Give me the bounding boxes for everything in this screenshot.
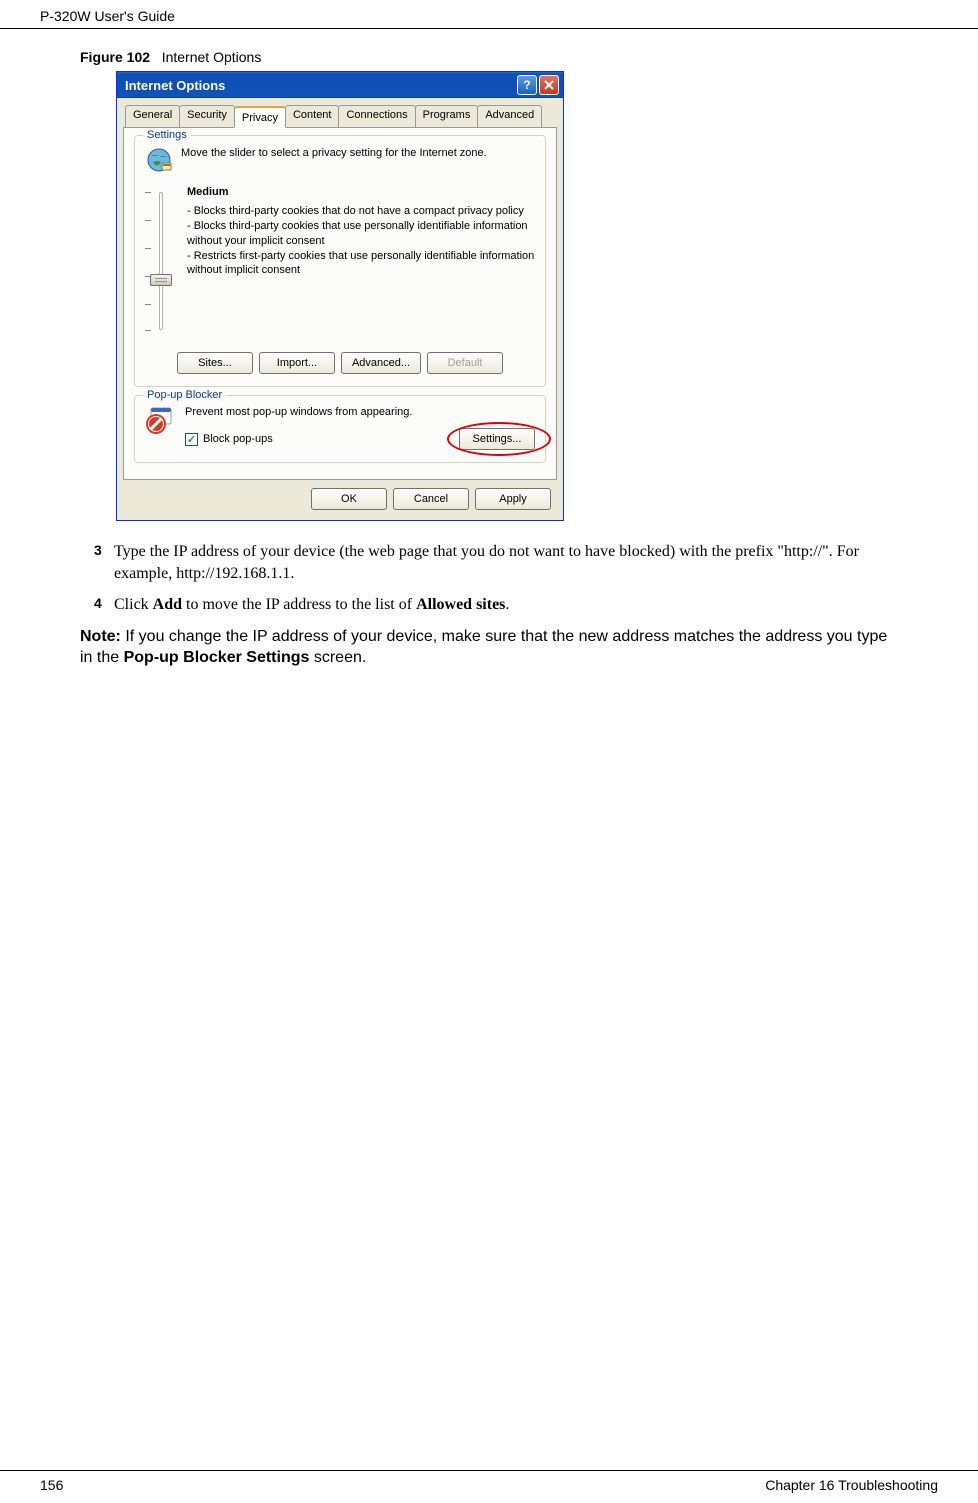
popup-group-title: Pop-up Blocker bbox=[143, 389, 226, 401]
sites-button[interactable]: Sites... bbox=[177, 352, 253, 374]
default-button: Default bbox=[427, 352, 503, 374]
block-popups-checkbox[interactable]: ✓ bbox=[185, 433, 198, 446]
cancel-button[interactable]: Cancel bbox=[393, 488, 469, 510]
tab-programs[interactable]: Programs bbox=[415, 105, 479, 127]
popup-blocker-groupbox: Pop-up Blocker bbox=[134, 395, 546, 463]
close-button[interactable] bbox=[539, 75, 559, 95]
step-4-text: Click Add to move the IP address to the … bbox=[114, 594, 898, 616]
tab-content[interactable]: Content bbox=[285, 105, 340, 127]
advanced-button[interactable]: Advanced... bbox=[341, 352, 421, 374]
guide-title: P-320W User's Guide bbox=[40, 8, 175, 24]
tab-connections[interactable]: Connections bbox=[338, 105, 415, 127]
tab-privacy[interactable]: Privacy bbox=[234, 106, 286, 128]
close-icon bbox=[544, 80, 554, 90]
tab-security[interactable]: Security bbox=[179, 105, 235, 127]
apply-button[interactable]: Apply bbox=[475, 488, 551, 510]
settings-group-title: Settings bbox=[143, 129, 191, 141]
desc-line-3: - Restricts first-party cookies that use… bbox=[187, 249, 535, 279]
page-content: Figure 102 Internet Options Internet Opt… bbox=[0, 29, 978, 669]
help-button[interactable]: ? bbox=[517, 75, 537, 95]
note: Note: If you change the IP address of yo… bbox=[80, 626, 898, 669]
settings-instruction: Move the slider to select a privacy sett… bbox=[181, 146, 535, 160]
slider-thumb[interactable] bbox=[150, 274, 172, 286]
popup-section: Prevent most pop-up windows from appeari… bbox=[145, 406, 535, 450]
popup-right: Prevent most pop-up windows from appeari… bbox=[185, 406, 535, 450]
dialog-titlebar[interactable]: Internet Options ? bbox=[117, 72, 563, 98]
page-footer: 156 Chapter 16 Troubleshooting bbox=[0, 1470, 978, 1503]
settings-instruction-row: Move the slider to select a privacy sett… bbox=[145, 146, 535, 174]
desc-line-2: - Blocks third-party cookies that use pe… bbox=[187, 219, 535, 249]
slider-label-area: Medium - Blocks third-party cookies that… bbox=[187, 186, 535, 336]
page-number: 156 bbox=[40, 1477, 63, 1493]
figure-caption-text: Internet Options bbox=[162, 49, 262, 65]
dialog-title: Internet Options bbox=[125, 78, 225, 93]
desc-line-1: - Blocks third-party cookies that do not… bbox=[187, 204, 535, 219]
ok-button[interactable]: OK bbox=[311, 488, 387, 510]
dialog-body: General Security Privacy Content Connect… bbox=[117, 98, 563, 520]
popup-checkbox-row: ✓ Block pop-ups Settings... bbox=[185, 428, 535, 450]
privacy-slider[interactable] bbox=[149, 186, 173, 336]
page-header: P-320W User's Guide bbox=[0, 0, 978, 29]
block-popups-checkbox-wrap[interactable]: ✓ Block pop-ups bbox=[185, 433, 273, 446]
figure-caption: Figure 102 Internet Options bbox=[80, 49, 898, 65]
titlebar-buttons: ? bbox=[517, 75, 559, 95]
settings-groupbox: Settings bbox=[134, 135, 546, 387]
step-4: 4 Click Add to move the IP address to th… bbox=[94, 594, 898, 616]
privacy-slider-section: Medium - Blocks third-party cookies that… bbox=[145, 186, 535, 336]
step-4-number: 4 bbox=[94, 594, 112, 616]
block-popups-label: Block pop-ups bbox=[203, 433, 273, 445]
block-popup-icon bbox=[145, 406, 175, 436]
privacy-desc: - Blocks third-party cookies that do not… bbox=[187, 204, 535, 278]
tab-general[interactable]: General bbox=[125, 105, 180, 127]
step-3: 3 Type the IP address of your device (th… bbox=[94, 541, 898, 584]
privacy-level: Medium bbox=[187, 186, 535, 198]
popup-settings-button[interactable]: Settings... bbox=[459, 428, 535, 450]
tab-advanced[interactable]: Advanced bbox=[477, 105, 542, 127]
note-prefix: Note: bbox=[80, 628, 125, 645]
import-button[interactable]: Import... bbox=[259, 352, 335, 374]
privacy-globe-icon bbox=[145, 146, 173, 174]
step-3-number: 3 bbox=[94, 541, 112, 584]
tabs: General Security Privacy Content Connect… bbox=[123, 105, 557, 128]
dialog-footer: OK Cancel Apply bbox=[123, 480, 557, 514]
figure-image: Internet Options ? General Security Priv… bbox=[116, 71, 898, 521]
settings-button-highlight: Settings... bbox=[459, 428, 535, 450]
figure-label: Figure 102 bbox=[80, 49, 150, 65]
popup-instruction: Prevent most pop-up windows from appeari… bbox=[185, 406, 535, 418]
chapter-label: Chapter 16 Troubleshooting bbox=[765, 1477, 938, 1493]
step-3-text: Type the IP address of your device (the … bbox=[114, 541, 898, 584]
internet-options-dialog: Internet Options ? General Security Priv… bbox=[116, 71, 564, 521]
settings-buttons: Sites... Import... Advanced... Default bbox=[145, 352, 535, 374]
tab-panel: Settings bbox=[123, 127, 557, 480]
